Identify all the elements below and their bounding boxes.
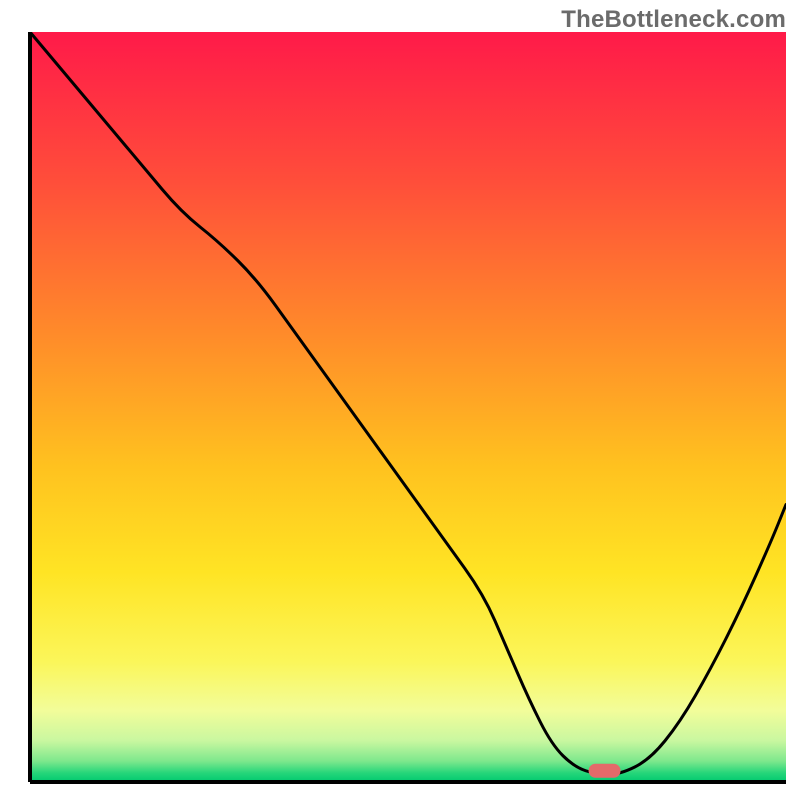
plot-background-gradient	[30, 32, 786, 782]
optimum-marker	[589, 764, 621, 778]
bottleneck-chart	[0, 0, 800, 800]
watermark-text: TheBottleneck.com	[561, 6, 786, 34]
